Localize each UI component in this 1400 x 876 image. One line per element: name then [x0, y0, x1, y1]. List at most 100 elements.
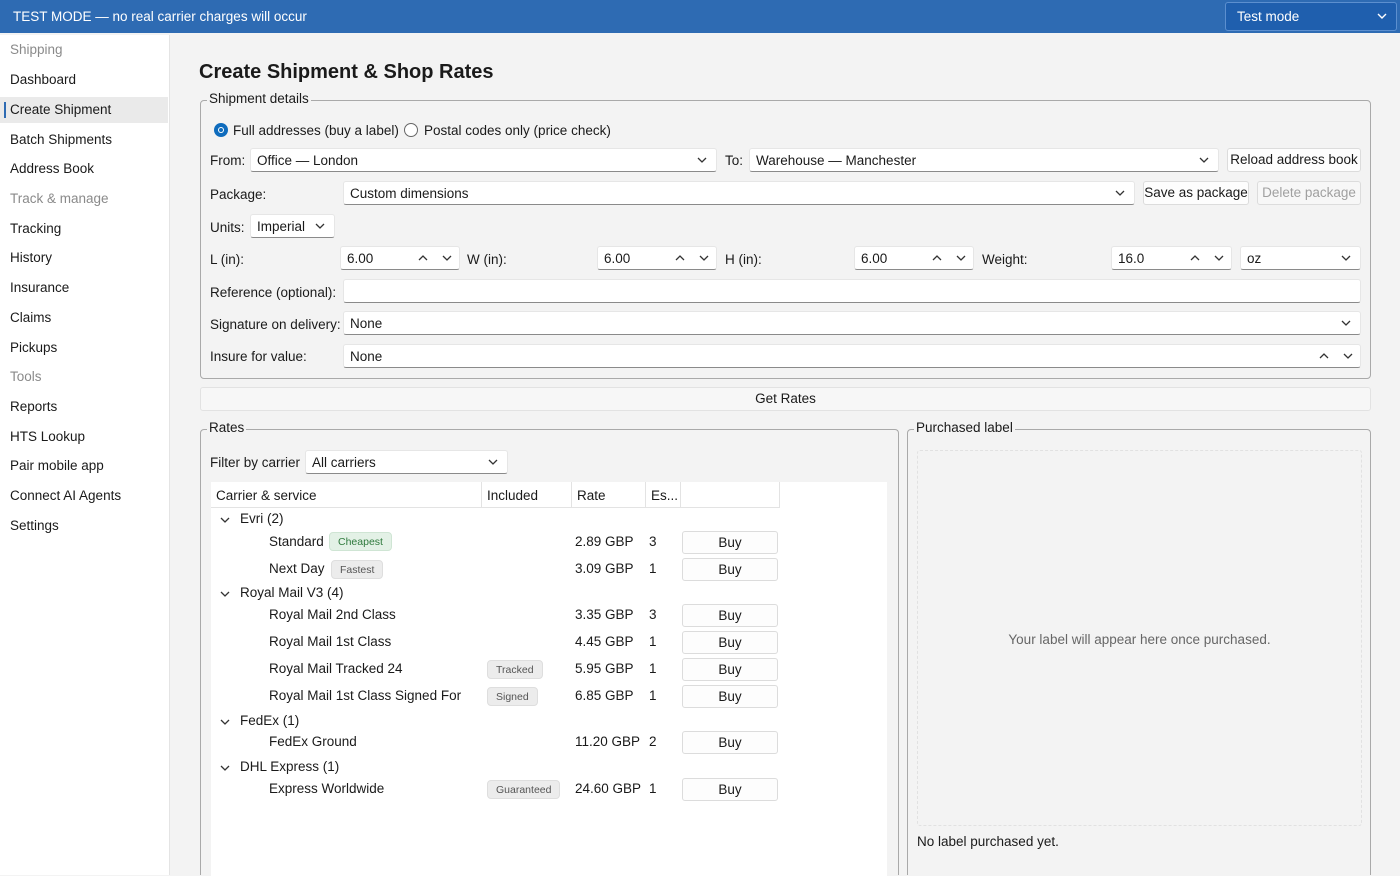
service-name: Express Worldwide — [269, 781, 385, 796]
page-title: Create Shipment & Shop Rates — [199, 61, 494, 83]
spin-up-icon[interactable] — [674, 250, 686, 269]
chevron-down-icon — [1340, 250, 1352, 266]
buy-button[interactable]: Buy — [682, 778, 778, 801]
rate-row[interactable]: Royal Mail 1st Class 4.45 GBP 1 Buy — [211, 629, 887, 656]
column-header-carrier-service[interactable]: Carrier & service — [211, 482, 482, 508]
spin-down-icon[interactable] — [698, 250, 710, 269]
save-as-package-button[interactable]: Save as package — [1143, 181, 1249, 205]
spin-up-icon[interactable] — [1189, 250, 1201, 269]
insure-input[interactable]: None — [343, 344, 1361, 368]
sidebar-item-pickups[interactable]: Pickups — [0, 335, 168, 361]
rate-row[interactable]: Royal Mail 1st Class Signed For Signed 6… — [211, 683, 887, 710]
estimate-days: 2 — [649, 734, 657, 749]
sidebar-item-batch-shipments[interactable]: Batch Shipments — [0, 127, 168, 153]
rate-row[interactable]: Next Day Fastest 3.09 GBP 1 Buy — [211, 556, 887, 583]
units-select[interactable]: Imperial — [250, 214, 335, 238]
signature-select[interactable]: None — [343, 311, 1361, 335]
height-input[interactable]: 6.00 — [854, 246, 974, 270]
weight-value: 16.0 — [1118, 251, 1145, 266]
chevron-down-icon[interactable] — [219, 588, 231, 603]
purchased-label-legend: Purchased label — [914, 420, 1015, 435]
sidebar-item-connect-ai-agents[interactable]: Connect AI Agents — [0, 483, 168, 509]
column-header-included[interactable]: Included — [482, 482, 572, 508]
filter-carrier-label: Filter by carrier — [210, 455, 301, 470]
sidebar-item-create-shipment[interactable]: Create Shipment — [0, 97, 168, 123]
sidebar-item-dashboard[interactable]: Dashboard — [0, 67, 168, 93]
reference-input[interactable] — [343, 279, 1361, 303]
carrier-group-name: Royal Mail V3 (4) — [240, 585, 344, 600]
spin-down-icon[interactable] — [1213, 250, 1225, 269]
rate-row[interactable]: FedEx Ground 11.20 GBP 2 Buy — [211, 729, 887, 756]
radio-postal-codes[interactable] — [404, 123, 418, 137]
package-select[interactable]: Custom dimensions — [343, 181, 1135, 205]
width-value: 6.00 — [604, 251, 631, 266]
carrier-filter-value: All carriers — [312, 455, 376, 470]
to-select[interactable]: Warehouse — Manchester — [749, 148, 1219, 172]
delete-package-button[interactable]: Delete package — [1257, 181, 1361, 205]
width-input[interactable]: 6.00 — [597, 246, 717, 270]
package-select-value: Custom dimensions — [350, 186, 469, 201]
sidebar-item-pair-mobile-app[interactable]: Pair mobile app — [0, 453, 168, 479]
spin-up-icon[interactable] — [417, 250, 429, 269]
sidebar-item-claims[interactable]: Claims — [0, 305, 168, 331]
insure-label: Insure for value: — [210, 349, 307, 364]
rate-row[interactable]: Standard Cheapest 2.89 GBP 3 Buy — [211, 529, 887, 556]
column-header-action — [681, 482, 780, 508]
estimate-days: 1 — [649, 661, 657, 676]
sidebar-item-reports[interactable]: Reports — [0, 394, 168, 420]
spin-up-icon[interactable] — [1318, 348, 1330, 367]
sidebar-item-address-book[interactable]: Address Book — [0, 156, 168, 182]
column-header-estimate[interactable]: Es... — [646, 482, 681, 508]
chevron-down-icon[interactable] — [219, 762, 231, 777]
get-rates-button[interactable]: Get Rates — [200, 387, 1371, 411]
banner-text: TEST MODE — no real carrier charges will… — [13, 9, 307, 24]
mode-select[interactable]: Test mode — [1225, 2, 1397, 31]
shipment-details-group: Shipment details Full addresses (buy a l… — [200, 91, 1371, 379]
length-label: L (in): — [210, 252, 245, 267]
signed-badge: Signed — [487, 687, 538, 706]
sidebar-item-settings[interactable]: Settings — [0, 513, 168, 539]
sidebar-item-hts-lookup[interactable]: HTS Lookup — [0, 424, 168, 450]
estimate-days: 1 — [649, 634, 657, 649]
rate-row[interactable]: Express Worldwide Guaranteed 24.60 GBP 1… — [211, 776, 887, 803]
rate-value: 5.95 GBP — [575, 661, 634, 676]
radio-full-addresses[interactable] — [214, 123, 228, 137]
sidebar-item-history[interactable]: History — [0, 245, 168, 271]
rate-row[interactable]: Royal Mail 2nd Class 3.35 GBP 3 Buy — [211, 602, 887, 629]
weight-label: Weight: — [982, 252, 1028, 267]
weight-input[interactable]: 16.0 — [1111, 246, 1232, 270]
buy-button[interactable]: Buy — [682, 685, 778, 708]
spin-down-icon[interactable] — [1342, 348, 1354, 367]
rates-tree: Carrier & service Included Rate Es... Ev… — [211, 482, 887, 876]
sidebar-item-tracking[interactable]: Tracking — [0, 216, 168, 242]
service-name: Royal Mail 2nd Class — [269, 607, 396, 622]
chevron-down-icon — [1340, 315, 1352, 331]
weight-unit-select[interactable]: oz — [1240, 246, 1361, 270]
shipment-details-legend: Shipment details — [207, 91, 311, 106]
spin-down-icon[interactable] — [441, 250, 453, 269]
chevron-down-icon[interactable] — [219, 514, 231, 529]
guaranteed-badge: Guaranteed — [487, 780, 561, 799]
carrier-filter-select[interactable]: All carriers — [305, 450, 508, 474]
buy-button[interactable]: Buy — [682, 604, 778, 627]
column-header-rate[interactable]: Rate — [572, 482, 646, 508]
spin-down-icon[interactable] — [955, 250, 967, 269]
rates-legend: Rates — [207, 420, 247, 435]
sidebar-header-tools: Tools — [10, 369, 42, 384]
buy-button[interactable]: Buy — [682, 631, 778, 654]
sidebar-item-insurance[interactable]: Insurance — [0, 275, 168, 301]
rate-row[interactable]: Royal Mail Tracked 24 Tracked 5.95 GBP 1… — [211, 656, 887, 683]
from-select[interactable]: Office — London — [250, 148, 717, 172]
buy-button[interactable]: Buy — [682, 658, 778, 681]
buy-button[interactable]: Buy — [682, 731, 778, 754]
buy-button[interactable]: Buy — [682, 531, 778, 554]
signature-label: Signature on delivery: — [210, 317, 341, 332]
reload-address-book-button[interactable]: Reload address book — [1227, 148, 1361, 172]
estimate-days: 3 — [649, 607, 657, 622]
length-input[interactable]: 6.00 — [340, 246, 460, 270]
to-label: To: — [725, 153, 744, 168]
buy-button[interactable]: Buy — [682, 558, 778, 581]
label-status-text: No label purchased yet. — [917, 834, 1059, 849]
spin-up-icon[interactable] — [931, 250, 943, 269]
sidebar-header-shipping: Shipping — [10, 42, 63, 57]
